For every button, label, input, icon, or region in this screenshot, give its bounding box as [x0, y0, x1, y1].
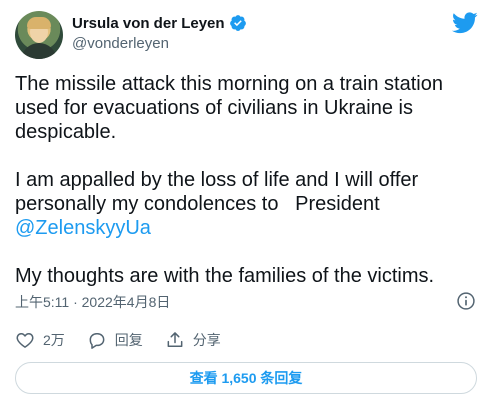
avatar-hair-shape [27, 17, 51, 29]
author-avatar[interactable] [15, 11, 63, 59]
reply-button[interactable]: 回复 [87, 330, 143, 350]
tweet-actions: 2万 回复 分享 [15, 330, 243, 350]
share-button[interactable]: 分享 [165, 330, 221, 350]
tweet-timestamp[interactable]: 上午5:11 · 2022年4月8日 [15, 292, 170, 312]
verified-badge-icon [229, 15, 246, 31]
reply-bubble-icon [89, 333, 105, 349]
author-name[interactable]: Ursula von der Leyen [72, 15, 225, 32]
author-handle[interactable]: @vonderleyen [72, 35, 169, 52]
author-name-row: Ursula von der Leyen [72, 14, 247, 32]
view-replies-button[interactable]: 查看 1,650 条回复 [15, 362, 477, 394]
info-icon[interactable] [456, 291, 476, 311]
like-button[interactable]: 2万 [15, 330, 65, 350]
share-label: 分享 [192, 332, 221, 348]
reply-label: 回复 [114, 332, 143, 348]
twitter-bird-icon[interactable] [452, 12, 478, 34]
tweet-card: Ursula von der Leyen @vonderleyen The mi… [0, 0, 492, 402]
tweet-paragraph: I am appalled by the loss of life and I … [15, 169, 424, 215]
heart-icon [16, 333, 34, 348]
avatar-body-shape [21, 43, 57, 59]
tweet-paragraph: The missile attack this morning on a tra… [15, 73, 449, 143]
mention-link[interactable]: @ZelenskyyUa [15, 217, 151, 239]
tweet-paragraph: My thoughts are with the families of the… [15, 265, 435, 287]
tweet-body: The missile attack this morning on a tra… [15, 72, 480, 288]
like-count: 2万 [43, 332, 65, 348]
share-icon [167, 332, 183, 347]
